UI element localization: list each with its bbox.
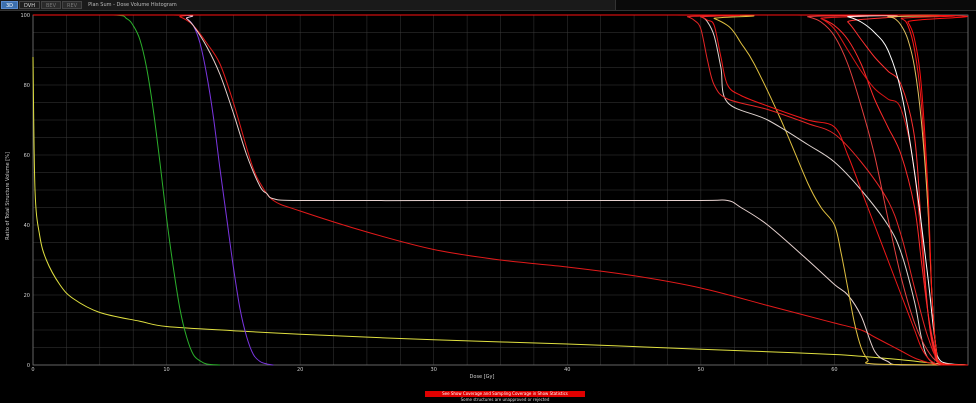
dvh-chart[interactable]: 0 10 20 30 40 50 60 0 20 40 60 80 100 Dose [Gy] Rati… — [0, 10, 976, 391]
chart-grid — [32, 14, 969, 366]
x-tick-label: 20 — [297, 367, 303, 373]
y-tick-label: 80 — [24, 83, 30, 89]
x-tick-label: 60 — [831, 367, 837, 373]
tab-3d[interactable]: 3D — [1, 1, 19, 9]
y-tick-label: 40 — [24, 223, 30, 229]
x-tick-label: 10 — [163, 367, 169, 373]
tab-rev[interactable]: REV — [62, 1, 83, 9]
y-tick-label: 0 — [27, 363, 30, 369]
top-right-panel — [615, 0, 976, 10]
y-axis-label: Ratio of Total Structure Volume [%] — [5, 152, 11, 240]
x-axis-label: Dose [Gy] — [470, 374, 495, 380]
x-tick-label: 0 — [31, 367, 34, 373]
y-tick-label: 100 — [20, 13, 30, 19]
y-tick-label: 60 — [24, 153, 30, 159]
x-tick-label: 50 — [698, 367, 704, 373]
x-tick-label: 30 — [431, 367, 437, 373]
y-tick-label: 20 — [24, 293, 30, 299]
x-tick-label: 40 — [564, 367, 570, 373]
chart-ticks: 0 10 20 30 40 50 60 0 20 40 60 80 100 — [20, 13, 837, 373]
tab-dvh[interactable]: DVH — [19, 1, 40, 9]
window-title: Plan Sum - Dose Volume Histogram — [88, 2, 177, 8]
tab-bev[interactable]: BEV — [40, 1, 61, 9]
status-note: Some structures are unapproved or reject… — [460, 397, 550, 402]
